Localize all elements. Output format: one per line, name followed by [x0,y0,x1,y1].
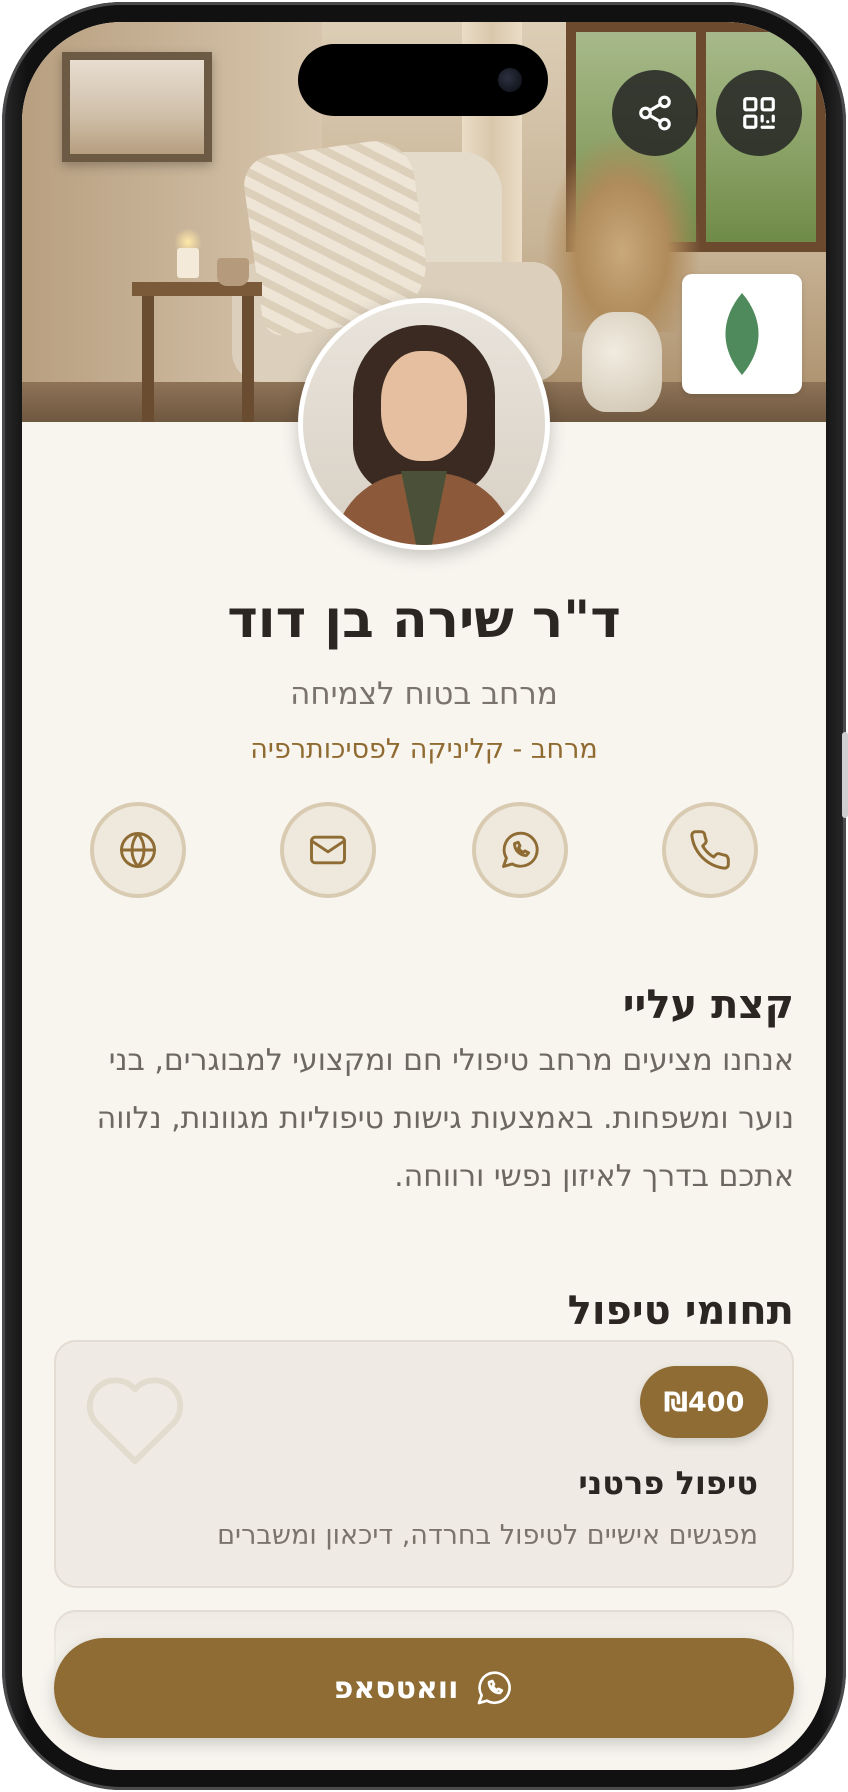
whatsapp-icon [478,1671,512,1705]
share-button[interactable] [612,70,698,156]
share-icon [639,95,671,131]
website-button[interactable] [90,802,186,898]
service-title: טיפול פרטני [578,1464,758,1502]
service-card[interactable]: ₪400 טיפול פרטני מפגשים אישיים לטיפול בח… [54,1340,794,1588]
candle [177,248,199,278]
qr-code-button[interactable] [716,70,802,156]
clinic-logo [682,274,802,394]
wall-painting [62,52,212,162]
side-button [842,732,848,818]
profile-avatar [298,298,550,550]
camera-lens [498,68,522,92]
qr-code-icon [743,97,775,129]
whatsapp-button[interactable] [472,802,568,898]
screen: ד"ר שירה בן דוד מרחב בטוח לצמיחה מרחב - … [22,22,826,1770]
phone-icon [690,830,730,870]
leaf-icon [725,293,759,375]
whatsapp-cta-button[interactable]: וואטסאפ [54,1638,794,1738]
phone-device: ד"ר שירה בן דוד מרחב בטוח לצמיחה מרחב - … [0,0,848,1792]
clinic-name: מרחב - קליניקה לפסיכותרפיה [250,734,598,765]
vase [582,312,662,412]
dynamic-island [298,44,548,116]
about-title: קצת עליי [622,982,794,1028]
phone-button[interactable] [662,802,758,898]
email-button[interactable] [280,802,376,898]
globe-icon [120,832,156,868]
whatsapp-icon [502,831,539,868]
whatsapp-cta-label: וואטסאפ [333,1670,459,1706]
about-text: אנחנו מציעים מרחב טיפולי חם ומקצועי למבו… [96,1043,794,1194]
mail-icon [310,835,346,865]
heart-icon [86,1377,184,1465]
profile-tagline: מרחב בטוח לצמיחה [290,676,558,712]
service-description: מפגשים אישיים לטיפול בחרדה, דיכאון ומשבר… [217,1520,758,1551]
profile-name: ד"ר שירה בן דוד [227,590,621,650]
services-title: תחומי טיפול [567,1288,794,1334]
contact-actions [22,802,826,902]
price-badge: ₪400 [640,1366,768,1438]
mug [217,258,249,286]
